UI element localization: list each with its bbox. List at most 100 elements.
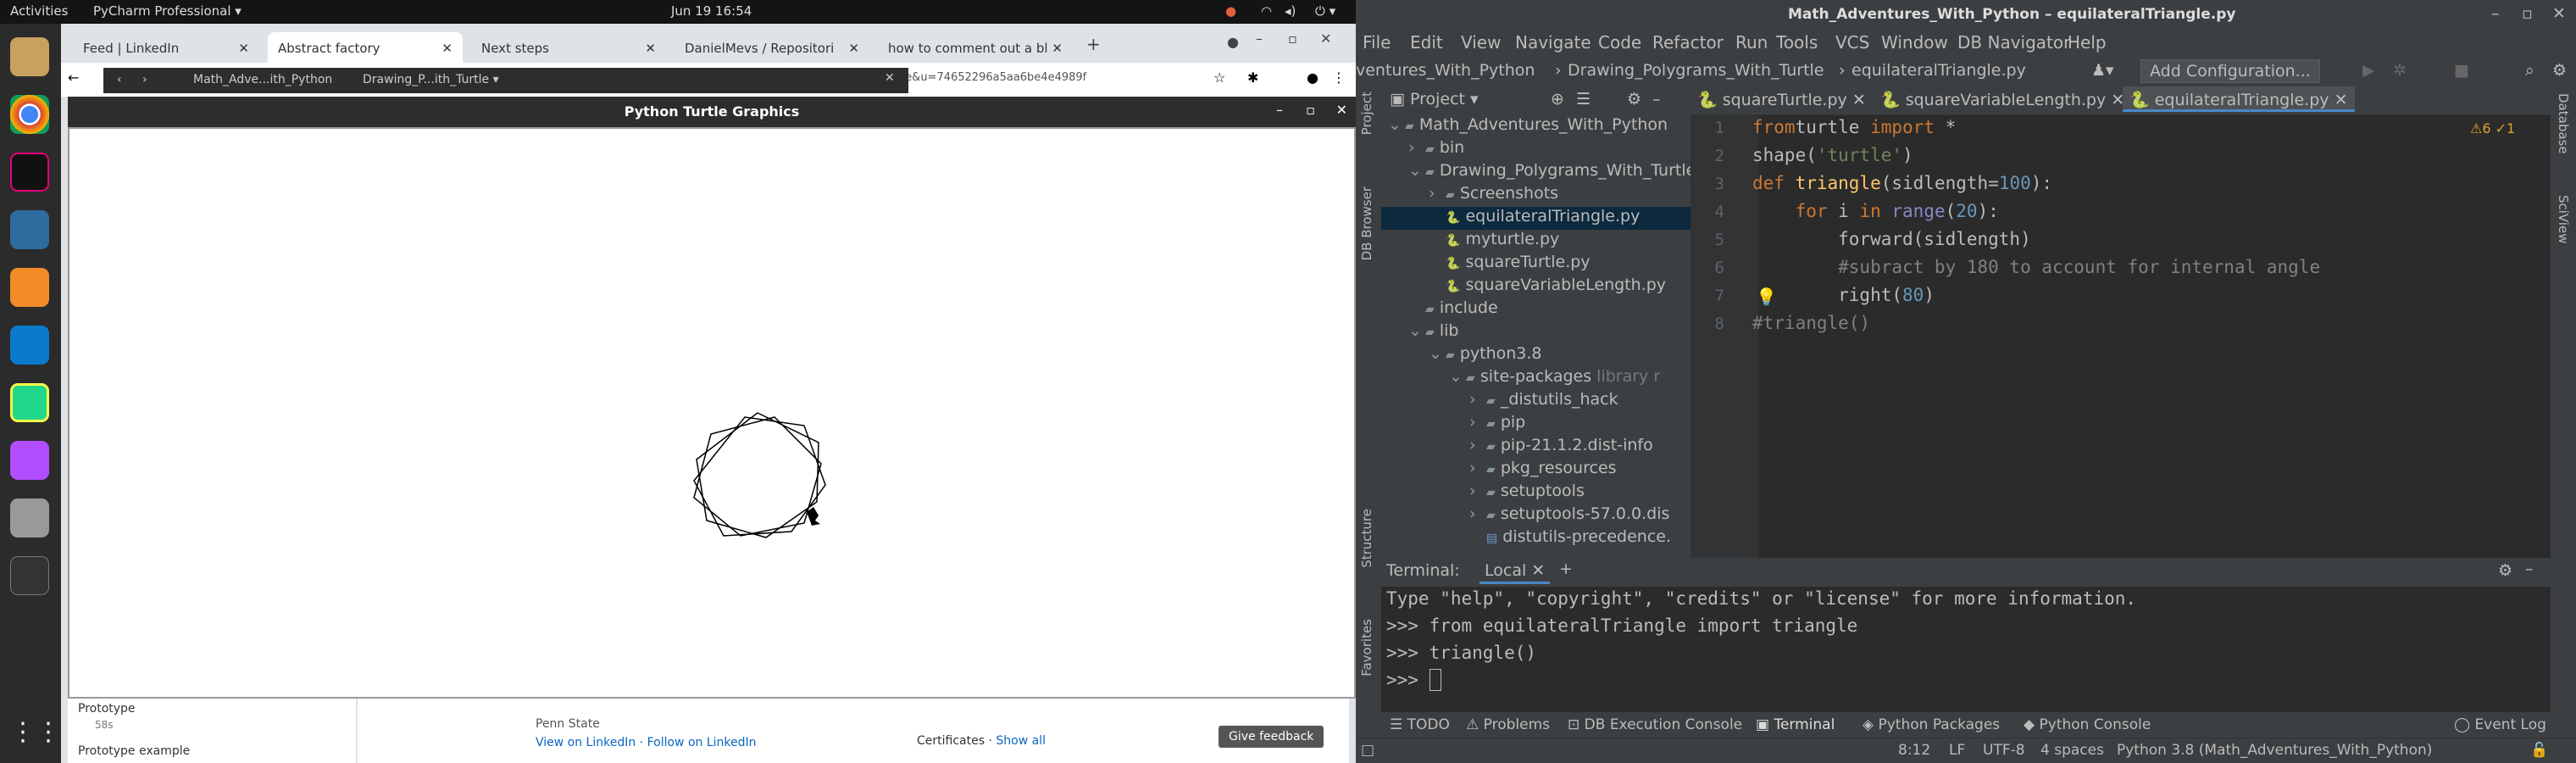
code-line[interactable]: shape('turtle') xyxy=(1752,145,1913,172)
intellij-icon[interactable] xyxy=(10,153,49,192)
tab-comment-block[interactable]: how to comment out a bl ✕ xyxy=(878,32,1073,63)
breadcrumb-item[interactable]: Drawing_Polygrams_With_Turtle xyxy=(1568,61,1824,80)
debug-icon[interactable]: ✲ xyxy=(2393,61,2407,80)
caret-position[interactable]: 8:12 xyxy=(1898,742,1930,759)
tab-feed-linkedin[interactable]: Feed | LinkedIn ✕ xyxy=(73,32,259,63)
code-line[interactable]: #subract by 180 to account for internal … xyxy=(1752,257,2320,284)
editor-tab-squareturtle[interactable]: 🐍 squareTurtle.py ✕ xyxy=(1690,86,1873,112)
settings-icon[interactable]: ⚙ xyxy=(2552,61,2567,80)
collapse-all-icon[interactable]: ☰ xyxy=(1576,90,1591,109)
new-tab-button[interactable]: + xyxy=(1086,34,1101,54)
terminal-settings-icon[interactable]: ⚙ xyxy=(2498,561,2512,580)
tool-db-execution-console[interactable]: ⊡ DB Execution Console xyxy=(1568,716,1742,733)
sublime-text-icon[interactable] xyxy=(10,268,49,307)
favorites-tool-tab[interactable]: Favorites xyxy=(1359,619,1374,677)
tab-github-repositories[interactable]: DanielMevs / Repositori ✕ xyxy=(675,32,869,63)
clock[interactable]: Jun 19 16:54 xyxy=(671,3,752,19)
chrome-maximize-button[interactable]: ▫ xyxy=(1288,31,1297,47)
chrome-icon[interactable] xyxy=(10,95,49,134)
terminal-prompt[interactable]: >>> xyxy=(1386,669,1442,691)
tool-problems[interactable]: ⚠ Problems xyxy=(1466,716,1550,733)
status-icon[interactable]: □ xyxy=(1361,742,1374,759)
chrome-menu-icon[interactable]: ⋮ xyxy=(1332,70,1346,86)
minimize-button[interactable]: – xyxy=(2491,4,2500,23)
intention-bulb-icon[interactable]: 💡 xyxy=(1756,287,1777,307)
give-feedback-button[interactable]: Give feedback xyxy=(1219,726,1324,748)
menu-db-navigator[interactable]: DB Navigator xyxy=(1957,32,2070,53)
tool-python-packages[interactable]: ◈ Python Packages xyxy=(1863,716,2000,733)
user-icon[interactable]: ♟▾ xyxy=(2091,61,2114,80)
phpstorm-icon[interactable] xyxy=(10,441,49,480)
menu-help[interactable]: Help xyxy=(2068,32,2107,53)
breadcrumb-item[interactable]: ventures_With_Python xyxy=(1356,61,1535,80)
sciview-tool-tab[interactable]: SciView xyxy=(2556,195,2571,244)
code-line[interactable]: forward(sidlength) xyxy=(1752,229,2031,256)
code-line[interactable]: def triangle(sidlength=100): xyxy=(1752,173,2052,200)
files-icon[interactable] xyxy=(10,37,49,76)
search-everywhere-icon[interactable]: ⌕ xyxy=(2525,61,2534,80)
menu-view[interactable]: View xyxy=(1461,32,1501,53)
volume-icon[interactable]: ◂) xyxy=(1285,3,1296,19)
add-configuration-button[interactable]: Add Configuration... xyxy=(2140,59,2320,83)
menu-run[interactable]: Run xyxy=(1735,32,1768,53)
hide-terminal-icon[interactable]: – xyxy=(2525,560,2534,578)
indent-setting[interactable]: 4 spaces xyxy=(2040,742,2104,759)
bookmark-star-icon[interactable]: ☆ xyxy=(1213,70,1225,86)
code-line[interactable]: right(80) xyxy=(1752,285,1935,312)
mysql-workbench-icon[interactable] xyxy=(10,210,49,249)
close-icon[interactable]: ✕ xyxy=(885,71,895,85)
extensions-icon[interactable]: ✱ xyxy=(1247,70,1258,86)
profile-avatar[interactable]: ● xyxy=(1307,70,1319,86)
app-menu[interactable]: PyCharm Professional ▾ xyxy=(93,3,242,19)
menu-file[interactable]: File xyxy=(1363,32,1391,53)
menu-edit[interactable]: Edit xyxy=(1410,32,1443,53)
wifi-icon[interactable]: ◠ xyxy=(1261,3,1272,19)
vscode-icon[interactable] xyxy=(10,326,49,365)
maximize-button[interactable]: ▫ xyxy=(1306,102,1315,118)
menu-tools[interactable]: Tools xyxy=(1776,32,1818,53)
tool-terminal[interactable]: ▣ Terminal xyxy=(1756,716,1835,733)
hide-panel-icon[interactable]: – xyxy=(1652,90,1661,109)
editor-tab-equilateraltriangle[interactable]: 🐍 equilateralTriangle.py ✕ xyxy=(2123,86,2355,112)
menu-code[interactable]: Code xyxy=(1598,32,1641,53)
back-button[interactable]: ← xyxy=(68,70,79,86)
power-icon[interactable]: ⏻ ▾ xyxy=(1315,3,1335,19)
instructor-links[interactable]: View on LinkedIn · Follow on LinkedIn xyxy=(536,736,757,749)
tool-python-console[interactable]: ◆ Python Console xyxy=(2024,716,2151,733)
back-button[interactable]: ‹ xyxy=(117,73,122,86)
python-interpreter[interactable]: Python 3.8 (Math_Adventures_With_Python) xyxy=(2117,742,2432,759)
code-line[interactable]: fromturtle import * xyxy=(1752,117,1956,144)
tab-next-steps[interactable]: Next steps ✕ xyxy=(471,32,666,63)
maximize-button[interactable]: ▫ xyxy=(2522,4,2533,23)
lock-icon[interactable]: 🔓 xyxy=(2530,742,2548,759)
chrome-media-icon[interactable]: ● xyxy=(1227,34,1239,50)
new-terminal-button[interactable]: + xyxy=(1559,560,1573,578)
close-button[interactable]: ✕ xyxy=(2552,4,2566,23)
minimize-button[interactable]: – xyxy=(1276,102,1283,118)
event-log[interactable]: ◯ Event Log xyxy=(2454,716,2546,733)
chrome-close-button[interactable]: ✕ xyxy=(1320,31,1331,47)
forward-button[interactable]: › xyxy=(142,73,147,86)
database-tool-tab[interactable]: Database xyxy=(2556,93,2571,154)
close-button[interactable]: ✕ xyxy=(1336,102,1347,118)
database-icon[interactable] xyxy=(10,498,49,537)
line-endings[interactable]: LF xyxy=(1949,742,1965,759)
file-encoding[interactable]: UTF-8 xyxy=(1983,742,2025,759)
code-line[interactable]: #triangle() xyxy=(1752,313,1870,340)
locate-icon[interactable]: ⊕ xyxy=(1551,90,1564,109)
activities-button[interactable]: Activities xyxy=(10,3,68,19)
path-segment[interactable]: Drawing_P...ith_Turtle ▾ xyxy=(363,73,499,86)
terminal-icon[interactable] xyxy=(10,556,49,595)
terminal-output[interactable]: Type "help", "copyright", "credits" or "… xyxy=(1381,587,2551,712)
breadcrumb-item[interactable]: equilateralTriangle.py xyxy=(1852,61,2026,80)
tab-abstract-factory[interactable]: Abstract factory ✕ xyxy=(268,32,463,63)
show-apps-icon[interactable]: ⋮⋮ xyxy=(10,717,61,756)
options-icon[interactable]: ⚙ xyxy=(1627,90,1641,109)
menu-vcs[interactable]: VCS xyxy=(1835,32,1869,53)
menu-window[interactable]: Window xyxy=(1881,32,1948,53)
pycharm-icon[interactable] xyxy=(10,383,49,422)
stop-icon[interactable]: ■ xyxy=(2454,61,2469,80)
notification-icon[interactable]: ● xyxy=(1225,3,1236,19)
tool-todo[interactable]: ☰ TODO xyxy=(1390,716,1450,733)
path-segment[interactable]: Math_Adve...ith_Python xyxy=(193,73,332,86)
